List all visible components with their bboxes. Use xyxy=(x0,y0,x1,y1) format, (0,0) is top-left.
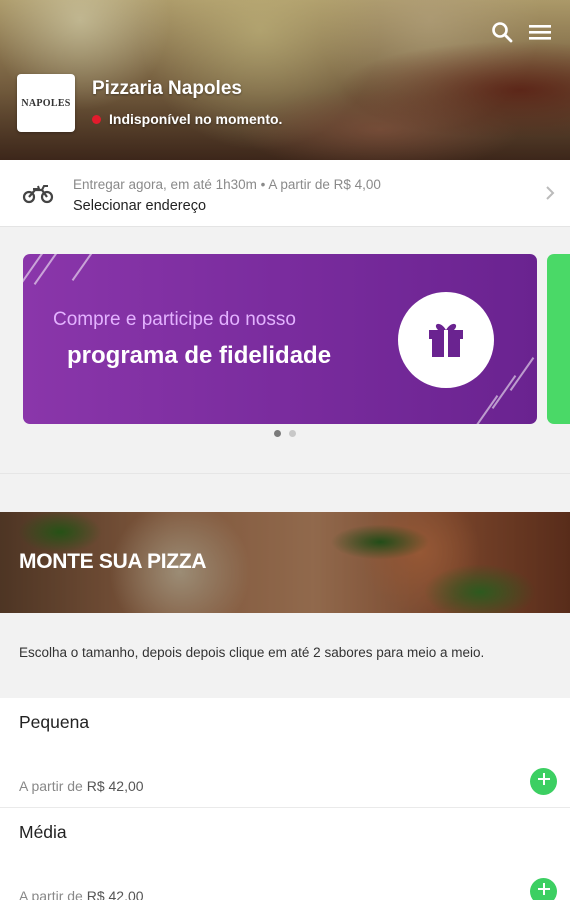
gift-badge xyxy=(398,292,494,388)
logo-text: NAPOLES xyxy=(21,97,71,109)
banner-stripe xyxy=(71,254,97,281)
section-title: MONTE SUA PIZZA xyxy=(19,550,207,573)
carousel-dot[interactable] xyxy=(289,430,296,437)
motorcycle-icon xyxy=(22,182,54,209)
menu-icon[interactable] xyxy=(528,20,552,44)
size-price: A partir de R$ 42,00 xyxy=(19,778,144,794)
plus-icon xyxy=(537,882,551,900)
size-name: Pequena xyxy=(19,712,90,732)
banner-title: programa de fidelidade xyxy=(67,342,332,369)
banner-stripe xyxy=(509,357,535,391)
section-description: Escolha o tamanho, depois depois clique … xyxy=(19,645,485,660)
price-prefix: A partir de xyxy=(19,888,83,900)
size-price: A partir de R$ 42,00 xyxy=(19,888,144,900)
store-header: NAPOLES Pizzaria Napoles Indisponível no… xyxy=(0,0,570,160)
price-value: R$ 42,00 xyxy=(86,778,144,794)
loyalty-program-banner[interactable]: Compre e participe do nosso programa de … xyxy=(23,254,537,424)
add-button[interactable] xyxy=(530,878,557,900)
store-logo: NAPOLES xyxy=(17,74,75,132)
banner-stripe xyxy=(491,375,517,409)
store-status-text: Indisponível no momento. xyxy=(109,111,283,127)
size-item-media[interactable]: Média A partir de R$ 42,00 xyxy=(0,808,570,900)
status-dot-icon xyxy=(92,114,101,124)
add-button[interactable] xyxy=(530,768,557,795)
delivery-address-bar[interactable]: Entregar agora, em até 1h30m • A partir … xyxy=(0,160,570,227)
chevron-right-icon xyxy=(544,184,556,207)
size-item-pequena[interactable]: Pequena A partir de R$ 42,00 xyxy=(0,698,570,808)
store-name: Pizzaria Napoles xyxy=(92,78,242,99)
build-pizza-banner: MONTE SUA PIZZA xyxy=(0,512,570,613)
divider xyxy=(0,473,570,474)
size-name: Média xyxy=(19,822,67,842)
select-address-label[interactable]: Selecionar endereço xyxy=(73,198,206,214)
plus-icon xyxy=(537,772,551,791)
price-prefix: A partir de xyxy=(19,778,83,794)
search-icon[interactable] xyxy=(490,20,514,44)
price-value: R$ 42,00 xyxy=(86,888,144,900)
banner-stripe xyxy=(23,254,45,285)
delivery-info: Entregar agora, em até 1h30m • A partir … xyxy=(73,177,381,192)
store-status: Indisponível no momento. xyxy=(92,111,282,127)
gift-icon xyxy=(424,316,468,365)
banner-stripe xyxy=(473,395,499,424)
section-description-wrap: Escolha o tamanho, depois depois clique … xyxy=(0,613,570,698)
carousel-pagination xyxy=(0,430,570,437)
carousel-dot[interactable] xyxy=(274,430,281,437)
banner-subtitle: Compre e participe do nosso xyxy=(53,309,296,330)
next-banner-peek[interactable] xyxy=(547,254,570,424)
